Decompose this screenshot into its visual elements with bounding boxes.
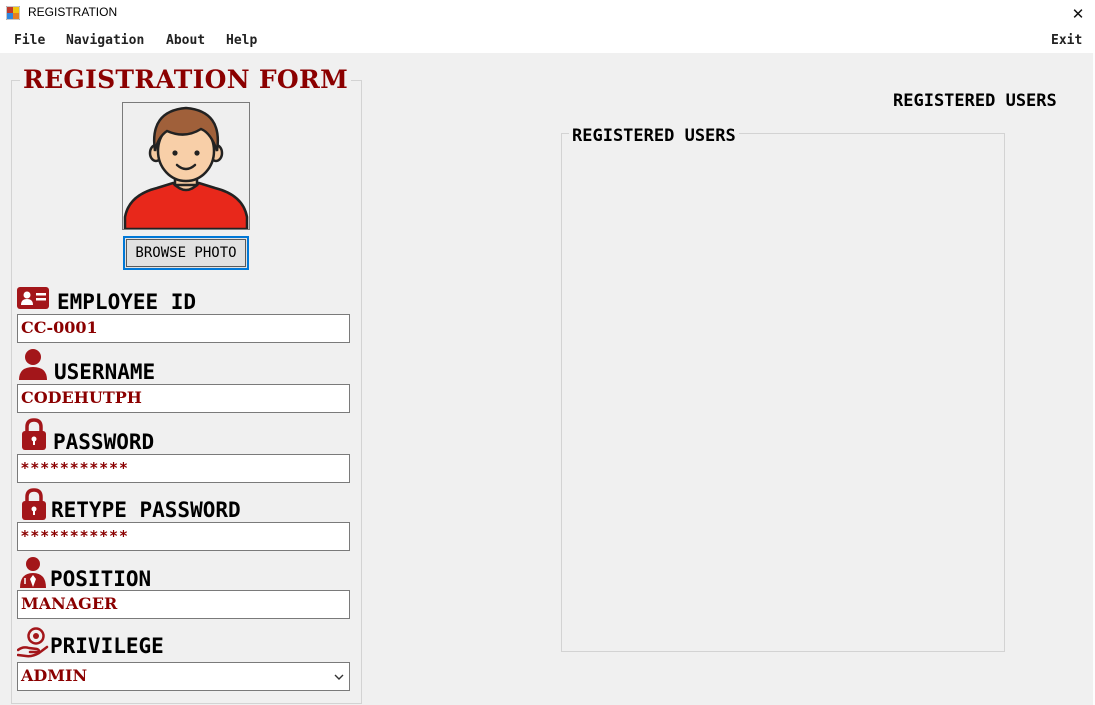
close-icon[interactable]: ✕ xyxy=(1061,0,1095,27)
user-icon xyxy=(19,349,47,380)
employee-id-field[interactable]: CC-0001 xyxy=(17,314,350,343)
position-field[interactable]: MANAGER xyxy=(17,590,350,619)
chevron-down-icon xyxy=(334,674,344,680)
window-title: REGISTRATION xyxy=(28,5,118,19)
registered-users-group-title: REGISTERED USERS xyxy=(569,126,739,146)
retype-password-field[interactable]: *********** xyxy=(17,522,350,551)
menu-file[interactable]: File xyxy=(14,33,45,48)
username-label: USERNAME xyxy=(54,360,156,384)
manager-icon xyxy=(20,557,46,588)
username-field[interactable]: CODEHUTPH xyxy=(17,384,350,413)
password-field[interactable]: *********** xyxy=(17,454,350,483)
menu-bar: File Navigation About Help Exit xyxy=(0,27,1095,53)
privilege-icon xyxy=(17,627,49,658)
browse-photo-button[interactable]: BROWSE PHOTO xyxy=(123,236,249,270)
lock-icon xyxy=(22,418,46,450)
registered-users-heading: REGISTERED USERS xyxy=(893,91,1057,111)
privilege-label: PRIVILEGE xyxy=(50,634,164,658)
menu-navigation[interactable]: Navigation xyxy=(66,33,144,48)
menu-help[interactable]: Help xyxy=(226,33,257,48)
form-title: REGISTRATION FORM xyxy=(20,64,352,96)
title-bar: REGISTRATION ✕ xyxy=(0,0,1095,27)
registered-users-panel[interactable] xyxy=(561,133,1005,652)
menu-about[interactable]: About xyxy=(166,33,205,48)
id-card-icon xyxy=(17,287,49,309)
photo-box xyxy=(122,102,250,230)
privilege-select[interactable]: ADMIN xyxy=(17,662,350,691)
privilege-value: ADMIN xyxy=(21,666,88,685)
retype-password-label: RETYPE PASSWORD xyxy=(51,498,241,522)
password-label: PASSWORD xyxy=(53,430,155,454)
app-icon xyxy=(6,6,20,20)
lock-icon xyxy=(22,488,46,520)
menu-exit[interactable]: Exit xyxy=(1051,33,1082,48)
position-label: POSITION xyxy=(50,567,152,591)
employee-id-label: EMPLOYEE ID xyxy=(57,290,197,314)
avatar xyxy=(123,106,249,229)
